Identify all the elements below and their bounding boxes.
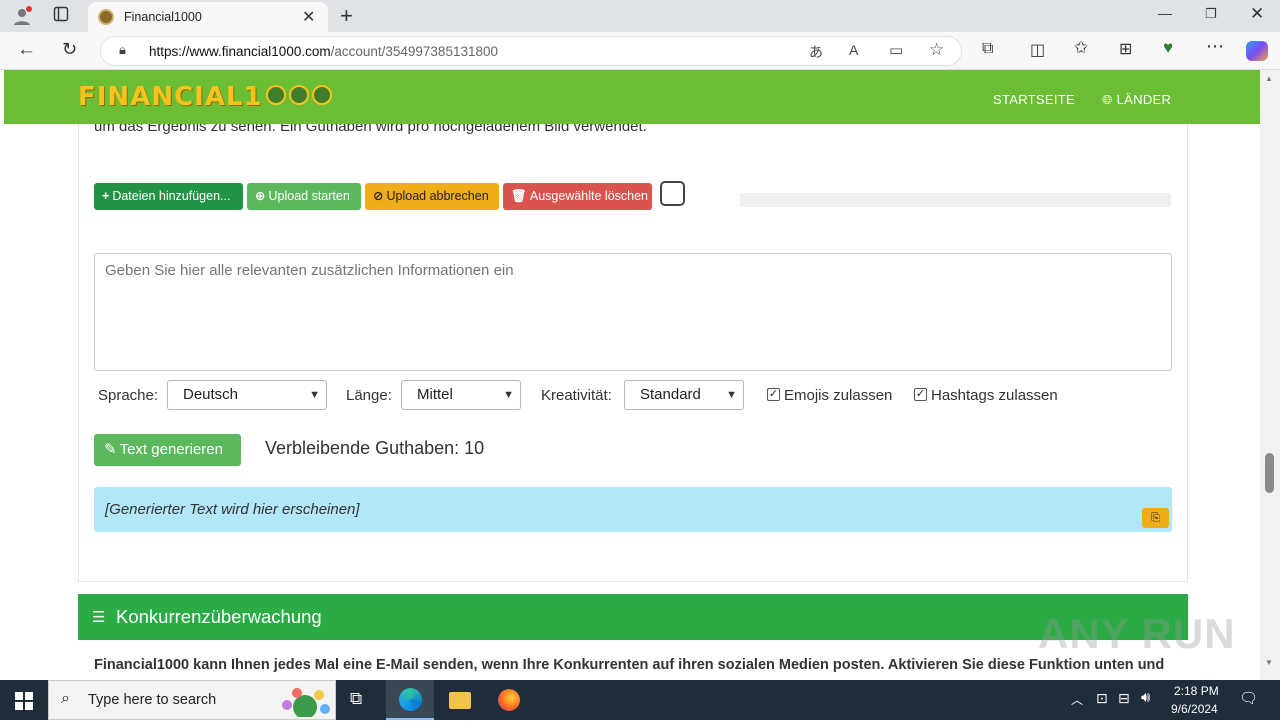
generate-text-button[interactable]: ✎ Text generieren [94, 434, 241, 466]
browser-tab-bar: Financial1000 ✕ + — ❐ ✕ [0, 0, 1280, 32]
restore-icon[interactable]: ❐ [1205, 6, 1217, 22]
creativity-label: Kreativität: [541, 387, 612, 404]
hashtags-label[interactable]: Hashtags zulassen [931, 387, 1058, 404]
copy-icon: ⎘ [1151, 512, 1160, 524]
notifications-icon[interactable]: 🗨︎ [1239, 689, 1258, 707]
edge-taskbar-icon[interactable] [386, 680, 434, 720]
back-icon[interactable]: ← [17, 39, 36, 61]
nav-home-link-foreground[interactable]: STARTSEITE [993, 92, 1075, 107]
immersive-reader-icon[interactable]: ▭ [889, 41, 903, 59]
tab-actions-icon[interactable] [50, 6, 72, 26]
start-upload-button[interactable]: ⊕ Upload starten [247, 183, 361, 210]
refresh-icon[interactable]: ↻ [62, 39, 77, 60]
site-favicon-icon [98, 9, 114, 25]
site-logo-foreground[interactable]: FINANCIAL1 [78, 82, 335, 113]
competitor-title: Konkurrenzüberwachung [116, 606, 322, 627]
language-select[interactable]: Deutsch ▼ [167, 380, 327, 410]
add-files-button[interactable]: + Dateien hinzufügen... [94, 183, 243, 210]
navbar-foreground: FINANCIAL1 STARTSEITE 🌐︎ LÄNDER [4, 70, 1260, 124]
additional-info-textarea[interactable] [94, 253, 1172, 371]
browser-address-bar: ← ↻ 🔒︎ https://www.financial1000.com/acc… [0, 32, 1280, 70]
url-field[interactable]: 🔒︎ https://www.financial1000.com/account… [100, 36, 962, 66]
windows-taskbar: ⌕ Type here to search ⧉ ︿ ⊡ ⊟ 🔊︎ 2:18 PM… [0, 680, 1280, 720]
search-highlight-icon [275, 687, 331, 719]
globe-icon: 🌐︎ [1102, 92, 1113, 107]
meet-now-icon[interactable]: ⊡ [1096, 690, 1108, 707]
taskbar-search-placeholder: Type here to search [88, 692, 217, 708]
cancel-upload-button[interactable]: ⊘ Upload abbrechen [365, 183, 499, 210]
favorites-icon[interactable]: ✩ [1074, 38, 1088, 58]
upload-circle-icon: ⊕ [255, 189, 266, 203]
emojis-label[interactable]: Emojis zulassen [784, 387, 892, 404]
plus-icon: + [102, 189, 110, 203]
upload-progress-bar [740, 193, 1171, 207]
favorite-star-icon[interactable]: ☆ [929, 40, 944, 60]
competitor-monitoring-panel: ☰ Konkurrenzüberwachung [78, 594, 1188, 640]
language-label: Sprache: [98, 387, 159, 404]
edge-logo-icon [399, 688, 422, 711]
generated-text-box: [Generierter Text wird hier erscheinen] … [94, 487, 1172, 532]
windows-start-icon[interactable] [15, 692, 33, 715]
chevron-down-icon: ▼ [503, 389, 514, 401]
emojis-checkbox[interactable]: ✓ [767, 388, 780, 401]
length-select[interactable]: Mittel ▼ [401, 380, 521, 410]
length-label: Länge: [346, 387, 392, 404]
split-screen-icon[interactable]: ◫ [1030, 40, 1045, 60]
logo-coins-icon [265, 83, 335, 113]
tab-close-icon[interactable]: ✕ [302, 7, 315, 27]
creativity-select[interactable]: Standard ▼ [624, 380, 744, 410]
chevron-down-icon: ▼ [309, 389, 320, 401]
network-icon[interactable]: ⊟ [1118, 690, 1130, 707]
url-host: https://www.financial1000.com [149, 44, 331, 59]
nav-countries-link-foreground[interactable]: 🌐︎ LÄNDER [1102, 92, 1171, 108]
more-menu-icon[interactable]: ⋯ [1206, 36, 1224, 57]
extensions-icon[interactable]: ⧉ [982, 40, 993, 58]
anyrun-watermark: ANY RUN [1038, 610, 1236, 657]
translate-icon[interactable]: あ [809, 42, 823, 62]
chevron-down-icon: ▼ [726, 389, 737, 401]
task-view-icon[interactable]: ⧉ [350, 689, 362, 709]
minimize-icon[interactable]: — [1158, 5, 1172, 21]
show-hidden-icons-icon[interactable]: ︿ [1071, 691, 1083, 708]
select-all-checkbox[interactable] [660, 181, 685, 206]
taskbar-date[interactable]: 9/6/2024 [1171, 702, 1218, 716]
trash-icon: 🗑︎ [511, 189, 527, 203]
ban-icon: ⊘ [373, 189, 384, 203]
tab-title: Financial1000 [124, 10, 202, 24]
copy-button[interactable]: ⎘ [1142, 508, 1169, 528]
window-close-icon[interactable]: ✕ [1250, 4, 1264, 24]
file-explorer-icon[interactable] [449, 692, 471, 709]
scroll-thumb[interactable] [1265, 453, 1274, 493]
taskbar-search-box[interactable]: ⌕ Type here to search [48, 680, 336, 720]
pencil-icon: ✎ [104, 441, 117, 458]
browser-essentials-icon[interactable]: ♥ [1163, 38, 1173, 58]
new-tab-icon[interactable]: + [340, 3, 353, 29]
firefox-icon[interactable] [498, 689, 520, 711]
read-aloud-icon[interactable]: A [849, 42, 858, 58]
url-path: /account/354997385131800 [330, 44, 498, 59]
hashtags-checkbox[interactable]: ✓ [914, 388, 927, 401]
page-viewport: FINANCIAL1 STARTSEITE 🌐︎ LÄNDER um das E… [4, 70, 1260, 680]
profile-icon[interactable] [11, 6, 33, 26]
scroll-down-icon[interactable]: ▼ [1265, 658, 1273, 667]
competitor-description: Financial1000 kann Ihnen jedes Mal eine … [94, 657, 1165, 673]
copilot-icon[interactable] [1246, 41, 1268, 61]
lock-icon: 🔒︎ [119, 42, 126, 57]
page-scrollbar[interactable]: ▲ ▼ [1260, 70, 1280, 680]
list-icon: ☰ [92, 609, 106, 626]
delete-selected-button[interactable]: 🗑︎ Ausgewählte löschen [503, 183, 652, 210]
search-icon: ⌕ [61, 690, 70, 707]
collections-icon[interactable]: ⊞ [1119, 39, 1132, 59]
generated-text-placeholder: [Generierter Text wird hier erscheinen] [105, 501, 360, 518]
taskbar-time[interactable]: 2:18 PM [1174, 684, 1219, 698]
remaining-credits: Verbleibende Guthaben: 10 [265, 438, 485, 458]
scroll-up-icon[interactable]: ▲ [1265, 74, 1273, 83]
volume-icon[interactable]: 🔊︎ [1141, 689, 1150, 706]
browser-tab[interactable]: Financial1000 ✕ [88, 2, 328, 32]
